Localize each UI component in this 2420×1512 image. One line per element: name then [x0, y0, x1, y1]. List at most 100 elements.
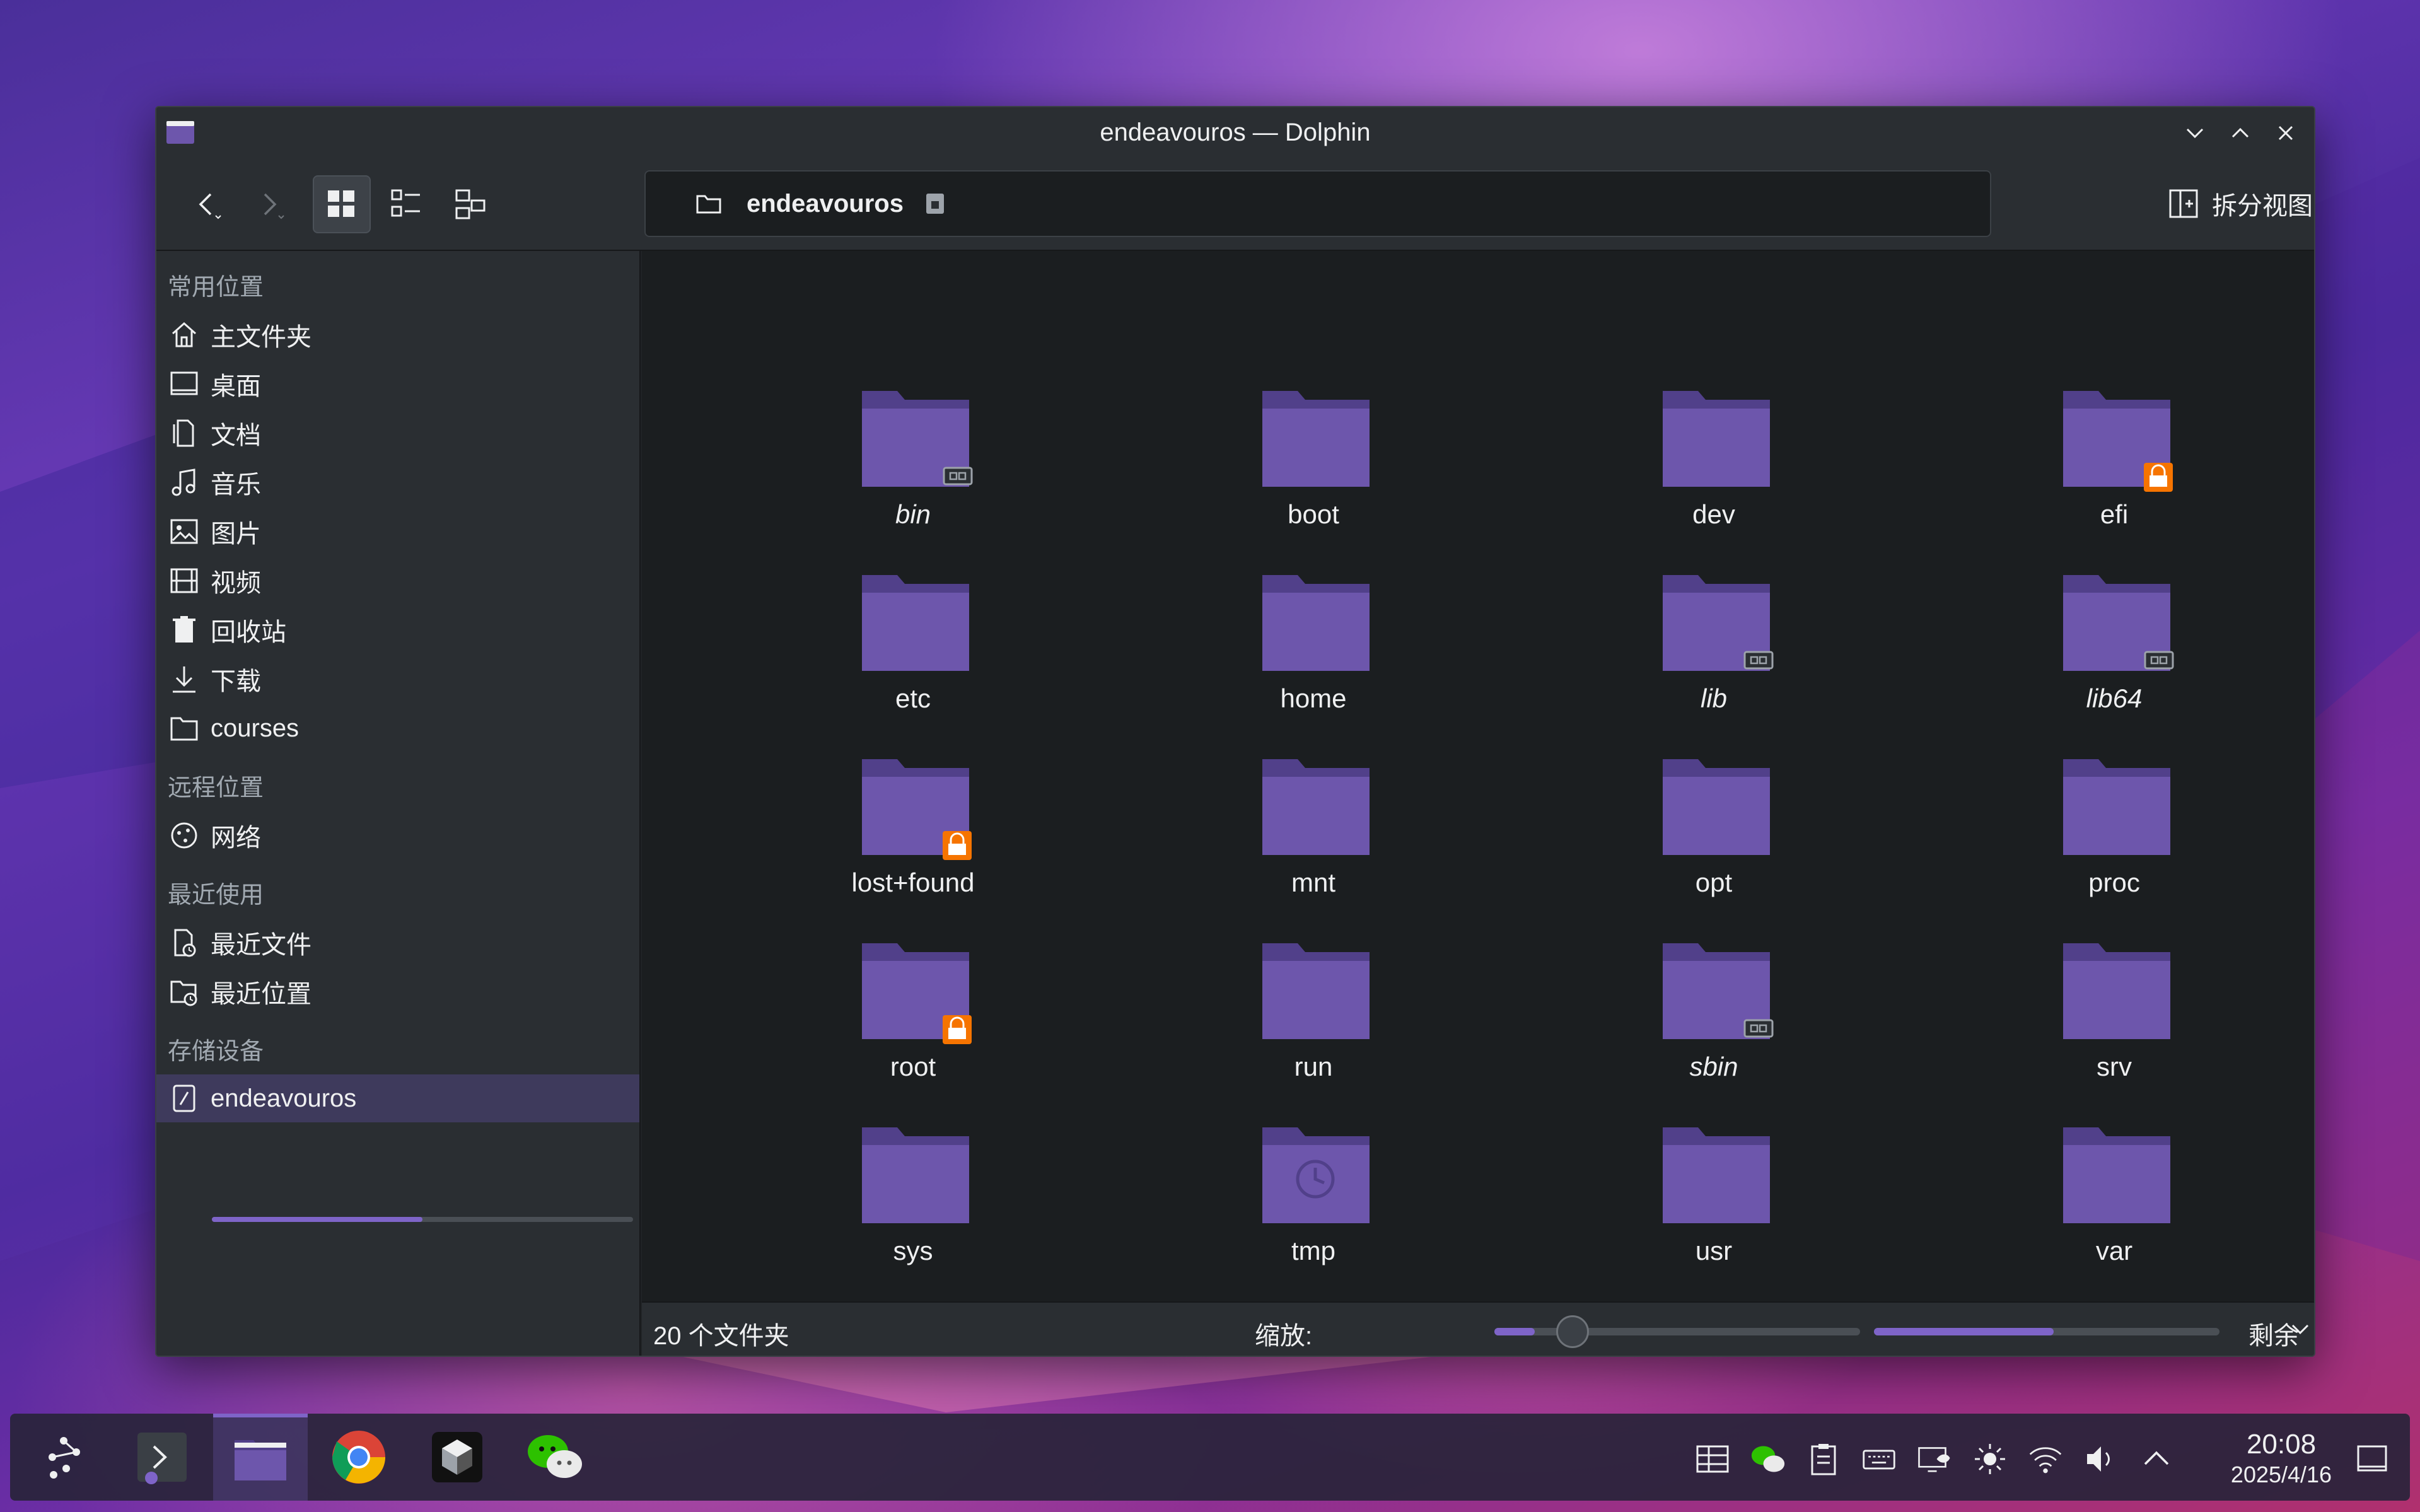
folder-item[interactable]: efi	[2007, 376, 2221, 552]
folder-item[interactable]: run	[1206, 928, 1421, 1105]
clock-date[interactable]: 2025/4/16	[2199, 1462, 2363, 1488]
location-label[interactable]: endeavouros	[747, 190, 904, 218]
sidebar-item-label: 主文件夹	[211, 323, 311, 351]
folder-item[interactable]: var	[2007, 1112, 2221, 1289]
lock-icon	[926, 194, 944, 214]
wechat-task-button[interactable]	[508, 1414, 603, 1501]
title-bar[interactable]: endeavouros — Dolphin	[156, 107, 2314, 158]
folder-item[interactable]: etc	[806, 560, 1020, 736]
chevron-down-icon[interactable]	[2288, 1317, 2313, 1342]
folder-item[interactable]: sys	[806, 1112, 1020, 1289]
symlink-emblem-icon	[1743, 651, 1774, 670]
recent-locations-icon	[170, 980, 197, 1006]
maximize-button[interactable]	[2225, 117, 2256, 149]
folder-name: efi	[2100, 499, 2129, 529]
cube-icon	[432, 1432, 482, 1482]
folder-item[interactable]: srv	[2007, 928, 2221, 1105]
folder-icon	[2063, 943, 2170, 1039]
sidebar-item-recent-locations[interactable]: 最近位置	[156, 970, 639, 1014]
sidebar-item-label: 回收站	[211, 619, 286, 646]
image-icon	[170, 519, 198, 544]
sidebar-item-label: endeavouros	[211, 1084, 357, 1112]
folder-item[interactable]: lost+found	[806, 744, 1020, 921]
sidebar-item-recent-files[interactable]: 最近文件	[156, 921, 639, 965]
keyboard-icon[interactable]	[1861, 1441, 1897, 1477]
clipboard-icon[interactable]	[1806, 1441, 1841, 1477]
sidebar-item-home[interactable]: 主文件夹	[156, 313, 639, 357]
compact-view-button[interactable]	[377, 175, 435, 233]
forward-button[interactable]	[245, 179, 295, 230]
folder-name: var	[2095, 1236, 2133, 1265]
show-desktop-icon[interactable]	[2354, 1441, 2390, 1477]
wifi-icon[interactable]	[2028, 1441, 2063, 1477]
minimize-button[interactable]	[2179, 117, 2211, 149]
close-button[interactable]	[2270, 117, 2301, 149]
window-title: endeavouros — Dolphin	[1100, 118, 1371, 146]
back-button[interactable]	[182, 179, 232, 230]
display-icon[interactable]	[1917, 1441, 1952, 1477]
sidebar-item-videos[interactable]: 视频	[156, 559, 639, 603]
folder-item[interactable]: lib64	[2007, 560, 2221, 736]
app-launcher-button[interactable]	[16, 1414, 111, 1501]
folder-item[interactable]: root	[806, 928, 1020, 1105]
zoom-label: 缩放:	[1255, 1322, 1313, 1350]
sidebar-item-network[interactable]: 网络	[156, 813, 639, 858]
zoom-slider-handle[interactable]	[1556, 1315, 1589, 1348]
cube-app-task-button[interactable]	[410, 1414, 504, 1501]
folder-item[interactable]: mnt	[1206, 744, 1421, 921]
folder-icon	[862, 759, 972, 860]
folder-item[interactable]: lib	[1607, 560, 1821, 736]
folder-item[interactable]: boot	[1206, 376, 1421, 552]
wechat-tray-icon[interactable]	[1750, 1441, 1786, 1477]
input-method-icon[interactable]	[1695, 1441, 1730, 1477]
sidebar-item-trash[interactable]: 回收站	[156, 608, 639, 652]
folder-item[interactable]: opt	[1607, 744, 1821, 921]
folder-item[interactable]: proc	[2007, 744, 2221, 921]
split-view-button[interactable]: 拆分视图	[2168, 175, 2313, 232]
chrome-task-button[interactable]	[311, 1414, 406, 1501]
section-places-title: 常用位置	[168, 274, 264, 301]
zoom-slider-track[interactable]	[1494, 1328, 1860, 1335]
brightness-icon[interactable]	[1972, 1441, 2008, 1477]
folder-name: lib64	[2086, 683, 2143, 713]
sidebar-item-documents[interactable]: 文档	[156, 411, 639, 455]
icons-view-button[interactable]	[313, 175, 371, 233]
folder-item[interactable]: home	[1206, 560, 1421, 736]
section-devices-title: 存储设备	[168, 1038, 264, 1065]
sidebar-item-label: 网络	[211, 824, 261, 852]
wechat-icon	[528, 1435, 582, 1478]
sidebar-item-label: 最近文件	[211, 931, 311, 959]
sidebar-item-courses[interactable]: courses	[156, 706, 639, 750]
sidebar-item-downloads[interactable]: 下载	[156, 657, 639, 701]
home-icon	[172, 322, 196, 347]
sidebar-item-label: 文档	[211, 422, 261, 450]
folder-view[interactable]: bin boot dev efi etc home lib lib64 lost+found mn…	[642, 251, 2314, 1301]
folder-icon	[1262, 1127, 1370, 1223]
details-view-button[interactable]	[441, 175, 499, 233]
volume-icon[interactable]	[2083, 1441, 2119, 1477]
section-remote-title: 远程位置	[168, 775, 264, 801]
sidebar-item-endeavouros[interactable]: endeavouros	[156, 1074, 639, 1122]
folder-name: sbin	[1689, 1052, 1738, 1081]
taskbar: 20:08 2025/4/16	[10, 1414, 2410, 1501]
chevron-up-icon	[2231, 127, 2249, 138]
dolphin-task-button[interactable]	[213, 1414, 308, 1501]
folder-item[interactable]: sbin	[1607, 928, 1821, 1105]
clock-time[interactable]: 20:08	[2218, 1429, 2344, 1460]
places-sidebar: 常用位置 主文件夹 桌面 文档 音乐 图片 视频 回收站 下载 courses …	[156, 251, 641, 1356]
folder-icon	[1663, 1127, 1770, 1223]
recent-files-icon	[174, 929, 196, 957]
sidebar-item-pictures[interactable]: 图片	[156, 509, 639, 554]
location-bar[interactable]: endeavouros	[644, 170, 1991, 237]
expand-tray-icon[interactable]	[2139, 1441, 2174, 1477]
folder-item[interactable]: bin	[806, 376, 1020, 552]
folder-item[interactable]: usr	[1607, 1112, 1821, 1289]
folder-item[interactable]: tmp	[1206, 1112, 1421, 1289]
sidebar-item-music[interactable]: 音乐	[156, 460, 639, 504]
sidebar-item-label: 下载	[211, 668, 261, 695]
folder-icon	[862, 391, 973, 487]
folder-item[interactable]: dev	[1607, 376, 1821, 552]
sidebar-item-desktop[interactable]: 桌面	[156, 362, 639, 406]
terminal-task-button[interactable]	[115, 1414, 209, 1501]
folder-count: 20 个文件夹	[653, 1322, 789, 1350]
